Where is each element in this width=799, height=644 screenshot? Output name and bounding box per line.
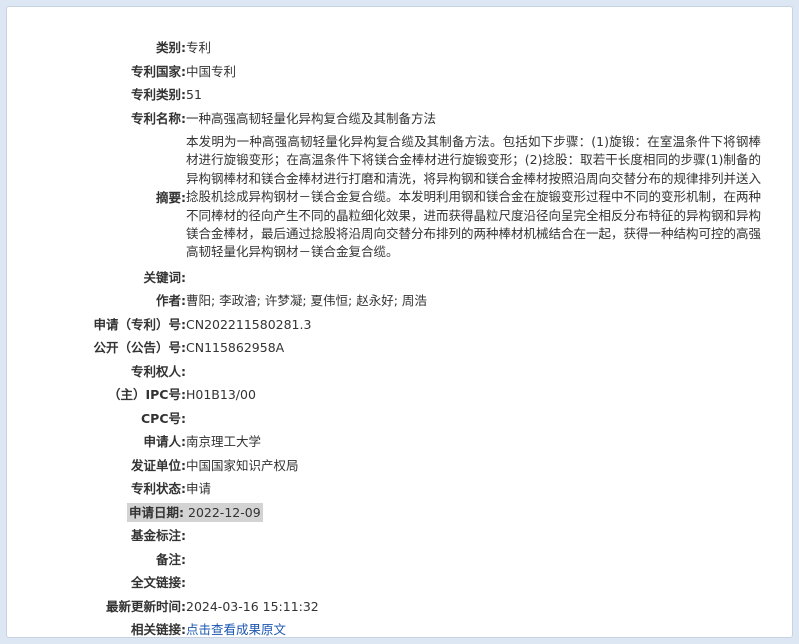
row-related-link: 相关链接: 点击查看成果原文 xyxy=(67,618,767,642)
fulltext-link-value xyxy=(186,571,767,595)
country-label: 专利国家: xyxy=(131,63,186,79)
abstract-label: 摘要: xyxy=(156,190,186,206)
related-link-cell: 点击查看成果原文 xyxy=(186,618,767,642)
applicant-value: 南京理工大学 xyxy=(186,434,262,450)
fulltext-link-label: 全文链接: xyxy=(131,575,186,591)
row-cpc: CPC号: xyxy=(67,407,767,431)
patent-name-value: 一种高强高韧轻量化异构复合缆及其制备方法 xyxy=(186,110,437,126)
row-authors: 作者: 曹阳; 李政濬; 许梦凝; 夏伟恒; 赵永好; 周浩 xyxy=(67,289,767,313)
row-status: 专利状态: 申请 xyxy=(67,477,767,501)
row-fulltext-link: 全文链接: xyxy=(67,571,767,595)
country-value: 中国专利 xyxy=(186,63,237,79)
row-abstract: 摘要: 本发明为一种高强高韧轻量化异构复合缆及其制备方法。包括如下步骤：(1)旋… xyxy=(67,130,767,266)
cpc-value xyxy=(186,407,767,431)
row-patentee: 专利权人: xyxy=(67,360,767,384)
patent-type-label: 专利类别: xyxy=(131,87,186,102)
row-application-date: 申请日期: 2022-12-09 xyxy=(67,501,767,525)
patentee-value xyxy=(186,360,767,384)
application-date-value: 2022-12-09 xyxy=(186,502,263,522)
status-label: 专利状态: xyxy=(131,481,186,497)
patent-name-label: 专利名称: xyxy=(131,110,186,126)
row-applicant: 申请人: 南京理工大学 xyxy=(67,430,767,454)
keywords-value xyxy=(186,266,767,290)
row-issuer: 发证单位: 中国国家知识产权局 xyxy=(67,454,767,478)
keywords-label: 关键词: xyxy=(143,269,187,285)
row-ipc: （主）IPC号: H01B13/00 xyxy=(67,383,767,407)
publication-number-value: CN115862958A xyxy=(186,340,285,356)
remarks-value xyxy=(186,548,767,572)
row-application-number: 申请（专利）号: CN202211580281.3 xyxy=(67,313,767,337)
row-country: 专利国家: 中国专利 xyxy=(67,60,767,84)
patent-type-value: 51 xyxy=(186,87,202,102)
application-number-label: 申请（专利）号: xyxy=(93,316,187,332)
record-table: 类别: 专利 专利国家: 中国专利 专利类别: 51 专利名称: 一种高强高韧轻… xyxy=(67,36,767,642)
view-original-link[interactable]: 点击查看成果原文 xyxy=(186,622,286,637)
authors-label: 作者: xyxy=(156,293,186,309)
application-date-label: 申请日期: xyxy=(127,502,186,522)
last-updated-value: 2024-03-16 15:11:32 xyxy=(186,598,319,614)
applicant-label: 申请人: xyxy=(143,434,187,450)
record-panel: 类别: 专利 专利国家: 中国专利 专利类别: 51 专利名称: 一种高强高韧轻… xyxy=(6,6,793,638)
publication-number-label: 公开（公告）号: xyxy=(93,340,187,356)
funding-value xyxy=(186,524,767,548)
category-value: 专利 xyxy=(186,40,212,55)
abstract-text: 本发明为一种高强高韧轻量化异构复合缆及其制备方法。包括如下步骤：(1)旋锻：在室… xyxy=(186,134,762,260)
last-updated-label: 最新更新时间: xyxy=(106,598,186,614)
category-label: 类别: xyxy=(156,40,186,55)
cpc-label: CPC号: xyxy=(140,410,186,426)
issuer-label: 发证单位: xyxy=(131,457,186,473)
funding-label: 基金标注: xyxy=(131,528,186,544)
patentee-label: 专利权人: xyxy=(131,363,186,379)
application-date-value-cell: 2022-12-09 xyxy=(186,501,767,525)
row-publication-number: 公开（公告）号: CN115862958A xyxy=(67,336,767,360)
row-remarks: 备注: xyxy=(67,548,767,572)
row-category: 类别: 专利 xyxy=(67,36,767,60)
row-last-updated: 最新更新时间: 2024-03-16 15:11:32 xyxy=(67,595,767,619)
row-keywords: 关键词: xyxy=(67,266,767,290)
row-patent-type: 专利类别: 51 xyxy=(67,83,767,107)
ipc-label: （主）IPC号: xyxy=(108,387,186,403)
row-funding: 基金标注: xyxy=(67,524,767,548)
application-number-value: CN202211580281.3 xyxy=(186,316,312,332)
authors-value: 曹阳; 李政濬; 许梦凝; 夏伟恒; 赵永好; 周浩 xyxy=(186,293,427,309)
application-date-label-cell: 申请日期: xyxy=(67,501,186,525)
ipc-value: H01B13/00 xyxy=(186,387,256,403)
row-patent-name: 专利名称: 一种高强高韧轻量化异构复合缆及其制备方法 xyxy=(67,107,767,131)
remarks-label: 备注: xyxy=(156,551,186,567)
related-link-label: 相关链接: xyxy=(131,622,186,638)
issuer-value: 中国国家知识产权局 xyxy=(186,457,299,473)
status-value: 申请 xyxy=(186,481,212,497)
